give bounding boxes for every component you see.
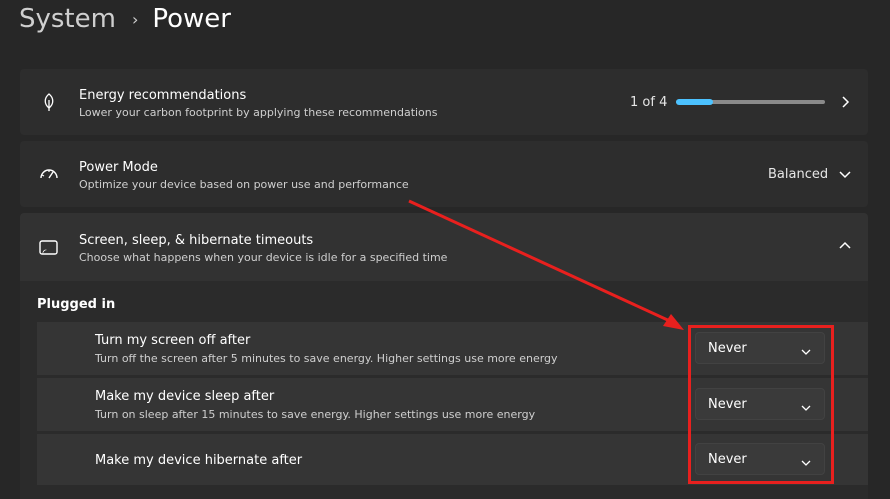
breadcrumb-system-link[interactable]: System <box>19 4 116 34</box>
power-mode-value[interactable]: Balanced <box>768 167 828 182</box>
breadcrumb-separator: › <box>131 9 139 29</box>
energy-recommendations-description: Lower your carbon footprint by applying … <box>79 106 438 119</box>
power-mode-card[interactable]: Power Mode Optimize your device based on… <box>20 141 868 207</box>
energy-progress-bar <box>676 99 825 105</box>
sleep-title: Make my device sleep after <box>95 389 275 404</box>
screen-sleep-icon <box>36 235 62 261</box>
leaf-icon <box>36 89 62 115</box>
annotation-highlight-box <box>688 325 834 484</box>
timeouts-title: Screen, sleep, & hibernate timeouts <box>79 233 314 248</box>
hibernate-title: Make my device hibernate after <box>95 453 303 468</box>
breadcrumb: System › Power <box>19 2 231 36</box>
timeouts-card[interactable]: Screen, sleep, & hibernate timeouts Choo… <box>20 213 868 281</box>
chevron-down-icon[interactable] <box>836 165 854 183</box>
sleep-description: Turn on sleep after 15 minutes to save e… <box>95 408 536 421</box>
screen-off-title: Turn my screen off after <box>95 333 251 348</box>
energy-progress-fill <box>676 99 714 105</box>
power-mode-title: Power Mode <box>79 160 158 175</box>
page-title: Power <box>152 4 231 34</box>
timeouts-description: Choose what happens when your device is … <box>79 251 448 264</box>
energy-recommendations-title: Energy recommendations <box>79 88 247 103</box>
chevron-right-icon[interactable] <box>836 93 854 111</box>
speedometer-icon <box>36 161 62 187</box>
power-mode-description: Optimize your device based on power use … <box>79 178 409 191</box>
energy-progress-text: 1 of 4 <box>630 95 668 110</box>
plugged-in-label: Plugged in <box>37 297 116 312</box>
screen-off-description: Turn off the screen after 5 minutes to s… <box>95 352 558 365</box>
chevron-up-icon[interactable] <box>836 237 854 255</box>
energy-recommendations-card[interactable]: Energy recommendations Lower your carbon… <box>20 69 868 135</box>
